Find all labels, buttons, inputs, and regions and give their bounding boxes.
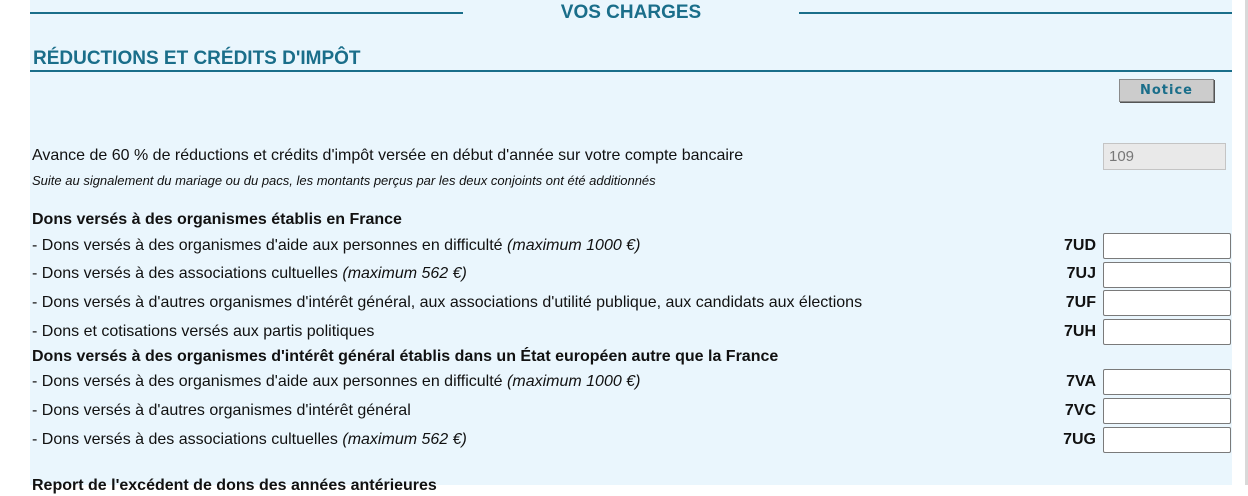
row-label-text: - Dons versés à d'autres organismes d'in… bbox=[32, 402, 411, 419]
row-7ud-label: - Dons versés à des organismes d'aide au… bbox=[32, 236, 640, 256]
row-7uh-label: - Dons et cotisations versés aux partis … bbox=[32, 322, 374, 342]
row-label-text: - Dons versés à des associations cultuel… bbox=[32, 431, 343, 448]
code-7uh: 7UH bbox=[1063, 323, 1096, 340]
row-label-text: - Dons versés à des associations cultuel… bbox=[32, 265, 343, 282]
field-7ud[interactable] bbox=[1103, 233, 1231, 259]
row-label-hint: (maximum 562 €) bbox=[342, 265, 467, 282]
row-7vc-label: - Dons versés à d'autres organismes d'in… bbox=[32, 401, 411, 421]
field-7ug[interactable] bbox=[1103, 427, 1231, 453]
france-heading: Dons versés à des organismes établis en … bbox=[32, 211, 402, 228]
section-underline bbox=[30, 70, 1232, 72]
row-7ug-label: - Dons versés à des associations cultuel… bbox=[32, 430, 467, 450]
header-rule-left bbox=[30, 12, 463, 14]
notice-button[interactable]: Notice bbox=[1119, 79, 1214, 102]
code-7uf: 7UF bbox=[1065, 294, 1096, 311]
row-label-hint: (maximum 1000 €) bbox=[507, 237, 641, 254]
row-label-text: - Dons versés à d'autres organismes d'in… bbox=[32, 294, 863, 311]
europe-heading: Dons versés à des organismes d'intérêt g… bbox=[32, 348, 779, 365]
advance-amount-field bbox=[1103, 143, 1226, 170]
advance-note: Suite au signalement du mariage ou du pa… bbox=[32, 173, 656, 188]
code-7ud: 7UD bbox=[1063, 237, 1096, 254]
row-label-text: - Dons versés à des organismes d'aide au… bbox=[32, 237, 508, 254]
report-heading: Report de l'excédent de dons des années … bbox=[32, 477, 437, 494]
row-label-hint: (maximum 562 €) bbox=[342, 431, 467, 448]
row-7uf-label: - Dons versés à d'autres organismes d'in… bbox=[32, 293, 862, 313]
row-label-text: - Dons versés à des organismes d'aide au… bbox=[32, 373, 508, 390]
code-7vc: 7VC bbox=[1064, 402, 1096, 419]
code-7ug: 7UG bbox=[1063, 431, 1096, 448]
field-7uj[interactable] bbox=[1103, 262, 1231, 288]
field-7va[interactable] bbox=[1103, 369, 1231, 395]
row-7uj-label: - Dons versés à des associations cultuel… bbox=[32, 264, 467, 284]
row-label-text: - Dons et cotisations versés aux partis … bbox=[32, 323, 375, 340]
advance-label: Avance de 60 % de réductions et crédits … bbox=[32, 147, 744, 164]
field-7vc[interactable] bbox=[1103, 398, 1231, 424]
section-title: RÉDUCTIONS ET CRÉDITS D'IMPÔT bbox=[33, 48, 361, 69]
header-rule-right bbox=[799, 12, 1232, 14]
row-label-hint: (maximum 1000 €) bbox=[507, 373, 641, 390]
field-7uh[interactable] bbox=[1103, 319, 1231, 345]
code-7va: 7VA bbox=[1066, 373, 1096, 390]
page-title: VOS CHARGES bbox=[560, 2, 702, 23]
field-7uf[interactable] bbox=[1103, 290, 1231, 316]
code-7uj: 7UJ bbox=[1066, 265, 1096, 282]
row-7va-label: - Dons versés à des organismes d'aide au… bbox=[32, 372, 640, 392]
